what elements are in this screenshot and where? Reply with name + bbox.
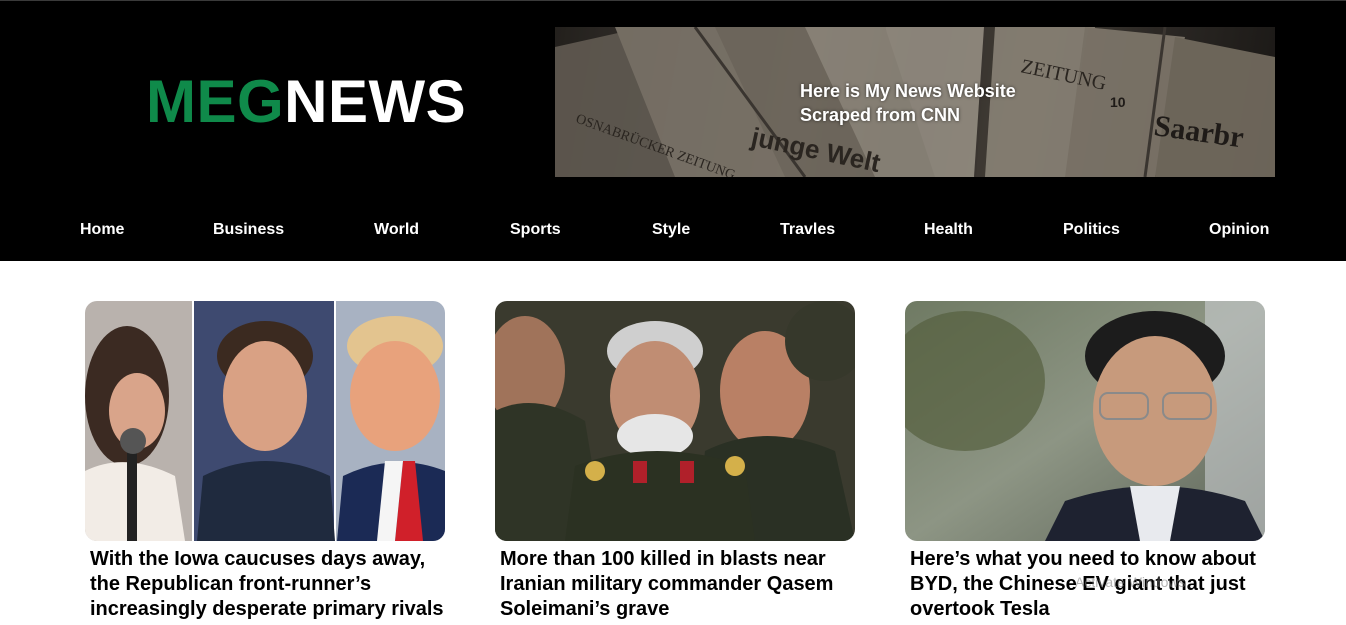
site-logo[interactable]: MEGNEWS (146, 67, 466, 137)
banner-caption: Here is My News Website Scraped from CNN (800, 79, 1080, 127)
article-card[interactable]: More than 100 killed in blasts near Iran… (495, 301, 855, 622)
nav-item-health[interactable]: Health (924, 221, 973, 239)
article-image-commander[interactable] (495, 301, 855, 541)
article-image-executive[interactable] (905, 301, 1265, 541)
nav-item-sports[interactable]: Sports (510, 221, 561, 239)
nav-item-opinion[interactable]: Opinion (1209, 221, 1269, 239)
nav-item-business[interactable]: Business (213, 221, 284, 239)
article-title[interactable]: With the Iowa caucuses days away, the Re… (85, 547, 455, 622)
hero-banner: ZEITUNG OSNABRÜCKER ZEITUNG junge Welt S… (555, 27, 1275, 177)
nav-item-travles[interactable]: Travles (780, 221, 835, 239)
article-title[interactable]: More than 100 killed in blasts near Iran… (495, 547, 865, 622)
logo-meg: MEG (146, 68, 285, 135)
site-header: MEGNEWS ZEITUNG OSNABRÜCKER ZEITUNG jung… (0, 0, 1346, 261)
nav-item-style[interactable]: Style (652, 221, 690, 239)
newspaper-word-number: 10 (1110, 94, 1126, 110)
nav-item-world[interactable]: World (374, 221, 419, 239)
banner-line-1: Here is My News Website (800, 81, 1016, 101)
article-image-candidates[interactable] (85, 301, 445, 541)
main-navigation: Home Business World Sports Style Travles… (0, 201, 1346, 261)
nav-item-home[interactable]: Home (80, 221, 124, 239)
nav-item-politics[interactable]: Politics (1063, 221, 1120, 239)
logo-news: NEWS (284, 68, 467, 135)
article-card[interactable]: With the Iowa caucuses days away, the Re… (85, 301, 445, 622)
windows-activation-watermark: Activate Windows (1075, 574, 1186, 590)
banner-line-2: Scraped from CNN (800, 105, 961, 125)
